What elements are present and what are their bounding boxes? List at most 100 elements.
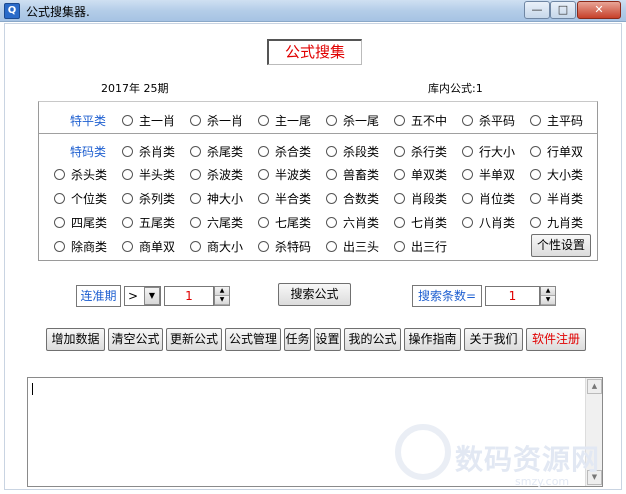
radio-option[interactable]: 杀行类 (394, 144, 447, 159)
spin-down-icon[interactable]: ▼ (215, 296, 229, 305)
radio-circle-icon[interactable] (54, 240, 65, 252)
radio-option[interactable]: 七尾类 (258, 215, 311, 230)
radio-circle-icon[interactable] (462, 114, 473, 126)
close-button[interactable]: ✕ (577, 1, 621, 19)
spin-up-icon[interactable]: ▲ (215, 287, 229, 296)
radio-circle-icon[interactable] (326, 216, 337, 228)
minimize-button[interactable]: — (524, 1, 550, 19)
radio-circle-icon[interactable] (530, 192, 541, 204)
radio-circle-icon[interactable] (462, 216, 473, 228)
radio-circle-icon[interactable] (190, 168, 201, 180)
radio-circle-icon[interactable] (258, 240, 269, 252)
radio-option[interactable]: 八肖类 (462, 215, 515, 230)
radio-circle-icon[interactable] (394, 192, 405, 204)
radio-option[interactable]: 出三行 (394, 239, 447, 254)
custom-settings-button[interactable]: 个性设置 (531, 234, 591, 257)
radio-option[interactable]: 杀合类 (258, 144, 311, 159)
radio-option[interactable]: 半头类 (122, 167, 175, 182)
radio-circle-icon[interactable] (462, 145, 473, 157)
radio-circle-icon[interactable] (530, 145, 541, 157)
radio-option[interactable]: 四尾类 (54, 215, 107, 230)
radio-option[interactable]: 除商类 (54, 239, 107, 254)
title-bar[interactable]: Q 公式搜集器. — □ ✕ (0, 0, 626, 22)
radio-circle-icon[interactable] (326, 168, 337, 180)
toolbar-button[interactable]: 清空公式 (108, 328, 163, 351)
radio-circle-icon[interactable] (394, 168, 405, 180)
radio-circle-icon[interactable] (54, 192, 65, 204)
radio-circle-icon[interactable] (122, 145, 133, 157)
radio-option[interactable]: 六肖类 (326, 215, 379, 230)
radio-option[interactable]: 半波类 (258, 167, 311, 182)
radio-option[interactable]: 半肖类 (530, 191, 583, 206)
radio-option[interactable]: 杀肖类 (122, 144, 175, 159)
radio-circle-icon[interactable] (326, 240, 337, 252)
radio-option[interactable]: 九肖类 (530, 215, 583, 230)
radio-option[interactable]: 五不中 (394, 113, 447, 128)
radio-option[interactable]: 杀尾类 (190, 144, 243, 159)
toolbar-button[interactable]: 关于我们 (464, 328, 523, 351)
toolbar-button[interactable]: 公式管理 (225, 328, 281, 351)
radio-circle-icon[interactable] (258, 216, 269, 228)
radio-option[interactable]: 兽畜类 (326, 167, 379, 182)
radio-option[interactable]: 合数类 (326, 191, 379, 206)
radio-option[interactable]: 行大小 (462, 144, 515, 159)
radio-circle-icon[interactable] (190, 145, 201, 157)
toolbar-button[interactable]: 软件注册 (526, 328, 586, 351)
radio-option[interactable]: 杀特码 (258, 239, 311, 254)
radio-option[interactable]: 肖位类 (462, 191, 515, 206)
radio-option[interactable]: 杀一尾 (326, 113, 379, 128)
radio-circle-icon[interactable] (326, 192, 337, 204)
radio-option[interactable]: 主一肖 (122, 113, 175, 128)
search-count-input[interactable]: 1 (485, 286, 540, 306)
radio-circle-icon[interactable] (326, 145, 337, 157)
toolbar-button[interactable]: 增加数据 (46, 328, 105, 351)
streak-spinner[interactable]: ▲ ▼ (214, 286, 230, 306)
radio-option[interactable]: 个位类 (54, 191, 107, 206)
radio-circle-icon[interactable] (258, 114, 269, 126)
spin-up-icon[interactable]: ▲ (541, 287, 555, 296)
radio-option[interactable]: 杀列类 (122, 191, 175, 206)
radio-circle-icon[interactable] (122, 192, 133, 204)
toolbar-button[interactable]: 我的公式 (344, 328, 401, 351)
radio-option[interactable]: 行单双 (530, 144, 583, 159)
radio-circle-icon[interactable] (530, 168, 541, 180)
maximize-button[interactable]: □ (550, 1, 576, 19)
radio-circle-icon[interactable] (462, 168, 473, 180)
radio-option[interactable]: 杀平码 (462, 113, 515, 128)
radio-option[interactable]: 主一尾 (258, 113, 311, 128)
streak-input[interactable]: 1 (164, 286, 214, 306)
radio-option[interactable]: 半单双 (462, 167, 515, 182)
radio-circle-icon[interactable] (190, 216, 201, 228)
radio-option[interactable]: 肖段类 (394, 191, 447, 206)
radio-circle-icon[interactable] (122, 114, 133, 126)
radio-circle-icon[interactable] (54, 168, 65, 180)
toolbar-button[interactable]: 操作指南 (404, 328, 461, 351)
chevron-down-icon[interactable]: ▼ (144, 287, 160, 305)
search-count-spinner[interactable]: ▲ ▼ (540, 286, 556, 306)
scroll-up-icon[interactable]: ▲ (587, 379, 602, 394)
radio-option[interactable]: 半合类 (258, 191, 311, 206)
radio-circle-icon[interactable] (394, 240, 405, 252)
radio-circle-icon[interactable] (190, 192, 201, 204)
radio-option[interactable]: 商大小 (190, 239, 243, 254)
radio-option[interactable]: 六尾类 (190, 215, 243, 230)
radio-circle-icon[interactable] (258, 145, 269, 157)
radio-circle-icon[interactable] (258, 192, 269, 204)
radio-option[interactable]: 五尾类 (122, 215, 175, 230)
radio-option[interactable]: 杀一肖 (190, 113, 243, 128)
radio-circle-icon[interactable] (190, 240, 201, 252)
radio-option[interactable]: 单双类 (394, 167, 447, 182)
radio-option[interactable]: 商单双 (122, 239, 175, 254)
radio-circle-icon[interactable] (394, 114, 405, 126)
radio-circle-icon[interactable] (530, 114, 541, 126)
radio-option[interactable]: 神大小 (190, 191, 243, 206)
radio-circle-icon[interactable] (394, 216, 405, 228)
radio-option[interactable]: 杀波类 (190, 167, 243, 182)
radio-option[interactable]: 杀段类 (326, 144, 379, 159)
radio-circle-icon[interactable] (54, 216, 65, 228)
radio-option[interactable]: 主平码 (530, 113, 583, 128)
radio-circle-icon[interactable] (326, 114, 337, 126)
radio-circle-icon[interactable] (122, 216, 133, 228)
radio-option[interactable]: 出三头 (326, 239, 379, 254)
radio-circle-icon[interactable] (258, 168, 269, 180)
